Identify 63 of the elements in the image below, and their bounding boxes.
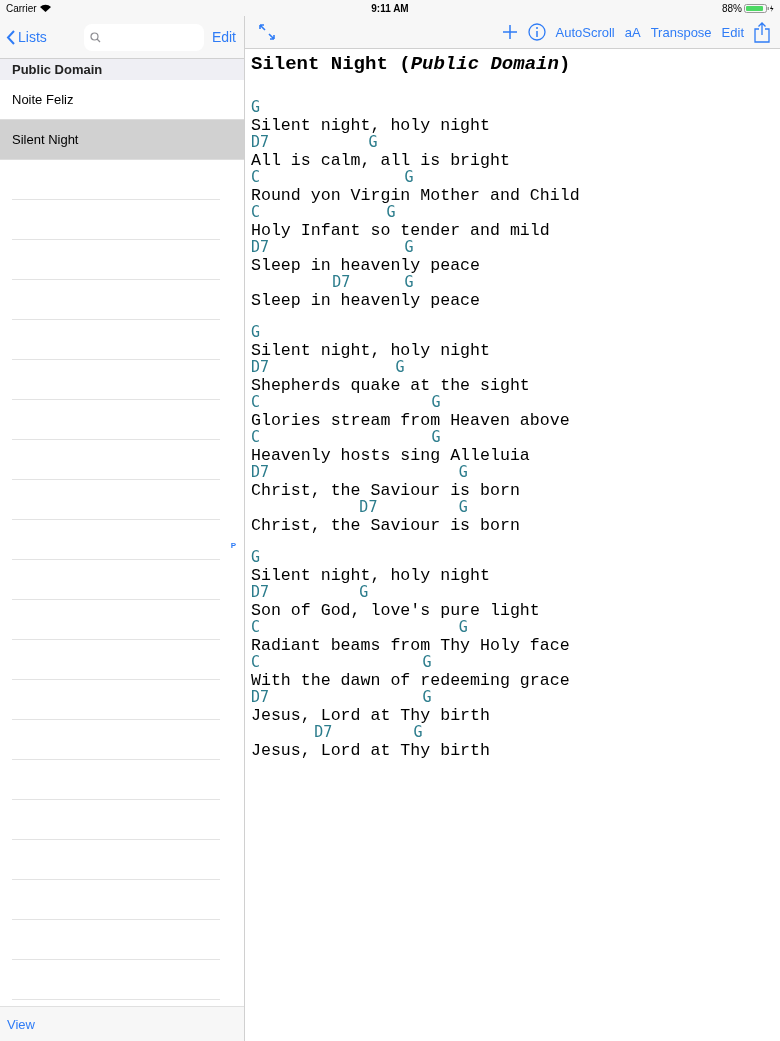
song-list-item[interactable]: Silent Night bbox=[0, 120, 244, 160]
chord-line: G bbox=[251, 324, 261, 342]
share-button[interactable] bbox=[754, 21, 770, 43]
chord-line: D7 G bbox=[251, 134, 378, 152]
chord-line: C G bbox=[251, 429, 441, 447]
lyric-line: Glories stream from Heaven above bbox=[251, 411, 570, 429]
expand-icon bbox=[259, 24, 275, 40]
toolbar-button[interactable]: Edit bbox=[721, 24, 744, 40]
info-icon bbox=[527, 23, 546, 41]
wifi-icon bbox=[39, 4, 51, 12]
chord-line: D7 G bbox=[251, 239, 414, 257]
chord-line: D7 G bbox=[251, 584, 369, 602]
lyric-line: Sleep in heavenly peace bbox=[251, 256, 481, 274]
toolbar-button[interactable]: aA bbox=[624, 24, 641, 40]
toolbar-button[interactable]: AutoScroll bbox=[555, 24, 615, 40]
fullscreen-button[interactable] bbox=[259, 24, 275, 40]
lyric-line: Radiant beams from Thy Holy face bbox=[251, 636, 570, 654]
edit-button[interactable]: Edit bbox=[211, 29, 236, 45]
lyric-line: Jesus, Lord at Thy birth bbox=[251, 741, 490, 759]
lyric-line: Holy Infant so tender and mild bbox=[251, 221, 550, 239]
share-icon bbox=[754, 21, 770, 43]
lyric-line: All is calm, all is bright bbox=[251, 151, 510, 169]
toolbar-button[interactable]: Transpose bbox=[650, 24, 712, 40]
chord-line: C G bbox=[251, 394, 441, 412]
lyric-line: With the dawn of redeeming grace bbox=[251, 671, 570, 689]
chord-line: G bbox=[251, 549, 261, 567]
chord-line: C G bbox=[251, 169, 414, 187]
battery-percent: 88% bbox=[722, 2, 742, 14]
lyric-line: Christ, the Saviour is born bbox=[251, 516, 520, 534]
chord-line: C G bbox=[251, 654, 432, 672]
chord-line: G bbox=[251, 99, 261, 117]
lyric-line: Silent night, holy night bbox=[251, 566, 490, 584]
chevron-icon bbox=[6, 29, 15, 45]
lyric-line: Son of God, love's pure light bbox=[251, 601, 540, 619]
chord-line: D7 G bbox=[251, 464, 468, 482]
back-button[interactable]: Lists bbox=[6, 29, 47, 45]
lyric-line: Christ, the Saviour is born bbox=[251, 481, 520, 499]
search-icon bbox=[89, 31, 101, 43]
chord-line: C G bbox=[251, 619, 468, 637]
lyric-line: Round yon Virgin Mother and Child bbox=[251, 186, 580, 204]
index-letter[interactable]: P bbox=[230, 541, 236, 550]
carrier-label: Carrier bbox=[6, 2, 37, 14]
lyric-line: Heavenly hosts sing Alleluia bbox=[251, 446, 530, 464]
chord-line: D7 G bbox=[251, 689, 432, 707]
lyric-line: Silent night, holy night bbox=[251, 341, 490, 359]
section-header: Public Domain bbox=[12, 62, 103, 77]
clock-time: 9:11 AM bbox=[371, 2, 409, 14]
battery-icon bbox=[744, 3, 774, 13]
chord-line: C G bbox=[251, 204, 396, 222]
chord-line: D7 G bbox=[313, 724, 423, 742]
search-field[interactable] bbox=[83, 23, 204, 51]
lyric-line: Silent night, holy night bbox=[251, 116, 490, 134]
lyric-line: Jesus, Lord at Thy birth bbox=[251, 706, 490, 724]
lyric-line: Sleep in heavenly peace bbox=[251, 291, 481, 309]
add-button[interactable] bbox=[501, 24, 518, 40]
chord-line: D7 G bbox=[358, 499, 468, 517]
view-button[interactable]: View bbox=[7, 1016, 35, 1032]
chord-line: D7 G bbox=[331, 274, 414, 292]
lyric-line: Shepherds quake at the sight bbox=[251, 376, 530, 394]
chord-line: D7 G bbox=[251, 359, 405, 377]
info-button[interactable] bbox=[527, 23, 546, 41]
plus-icon bbox=[501, 24, 518, 40]
song-title: Silent Night (Public Domain) bbox=[251, 52, 571, 77]
